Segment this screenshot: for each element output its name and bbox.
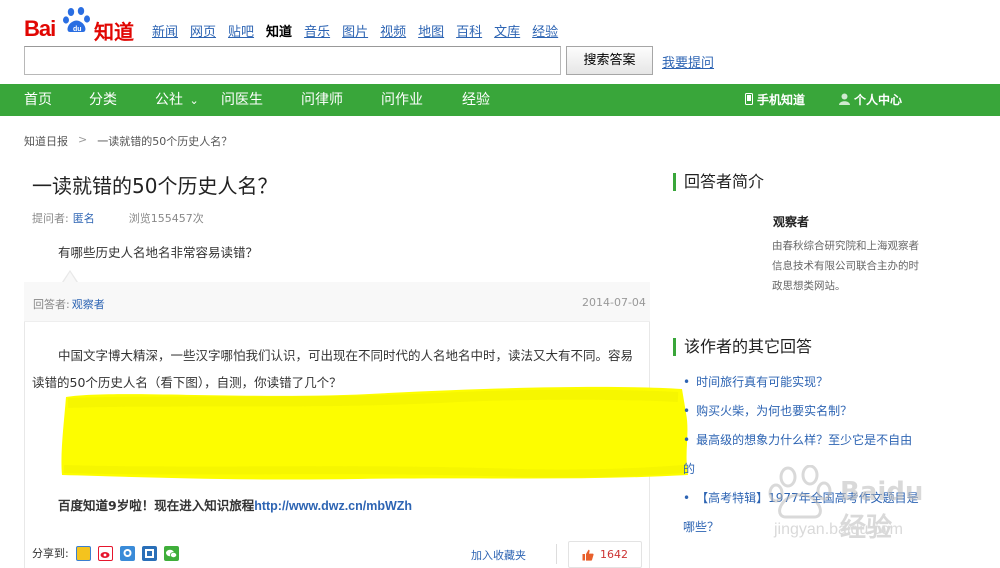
topnav-map[interactable]: 地图	[418, 21, 444, 40]
answerer-intro-heading: 回答者简介	[673, 173, 764, 191]
watermark-url: jingyan.baidu.com	[774, 521, 903, 538]
user-icon	[839, 93, 850, 105]
share-bar: 分享到:	[32, 545, 179, 561]
topnav-zhidao[interactable]: 知道	[266, 21, 292, 40]
list-item-label: 购买火柴，为何也要实名制？	[696, 404, 853, 418]
add-to-favorites-link[interactable]: 加入收藏夹	[471, 547, 526, 563]
question-meta: 提问者: 匿名 浏览155457次	[32, 210, 204, 226]
yellow-highlight-redaction	[61, 386, 689, 480]
nav-categories[interactable]: 分类	[89, 84, 117, 116]
topnav-news[interactable]: 新闻	[152, 21, 178, 40]
breadcrumb-separator: >	[78, 133, 88, 146]
paw-watermark-icon	[768, 465, 832, 519]
nav-home[interactable]: 首页	[24, 84, 52, 116]
mobile-zhidao-label: 手机知道	[757, 93, 806, 107]
topnav-music[interactable]: 音乐	[304, 21, 330, 40]
user-center-link[interactable]: 个人中心	[839, 84, 902, 116]
topnav-images[interactable]: 图片	[342, 21, 368, 40]
wechat-icon[interactable]	[163, 545, 179, 561]
top-product-nav: 新闻 网页 贴吧 知道 音乐 图片 视频 地图 百科 文库 经验	[152, 21, 558, 40]
view-count: 浏览155457次	[128, 212, 204, 225]
topnav-tieba[interactable]: 贴吧	[228, 21, 254, 40]
answerer-name[interactable]: 观察者	[72, 296, 105, 312]
paw-icon: du	[63, 7, 90, 33]
action-divider	[556, 544, 557, 564]
thumbs-up-icon	[582, 549, 594, 561]
answerer-intro-desc: 由春秋综合研究院和上海观察者信息技术有限公司联合主办的时政思想类网站。	[772, 240, 919, 292]
topnav-jingyan[interactable]: 经验	[532, 21, 558, 40]
bullet-icon: •	[683, 375, 691, 389]
breadcrumb-current: 一读就错的50个历史人名？	[97, 135, 233, 148]
bullet-icon: •	[683, 404, 691, 418]
answer-promo: 百度知道9岁啦！现在进入知识旅程http://www.dwz.cn/mbWZh	[58, 495, 412, 514]
promo-text: 百度知道9岁啦！现在进入知识旅程	[58, 498, 255, 513]
topnav-wenku[interactable]: 文库	[494, 21, 520, 40]
asker-name[interactable]: 匿名	[73, 210, 95, 226]
breadcrumb-root[interactable]: 知道日报	[24, 133, 68, 149]
qzone-icon[interactable]	[75, 545, 91, 561]
bullet-icon: •	[683, 433, 691, 447]
baidu-jingyan-watermark: Baidu经验 jingyan.baidu.com	[764, 465, 946, 545]
list-item[interactable]: • 时间旅行真有可能实现？	[683, 368, 923, 397]
list-item[interactable]: • 购买火柴，为何也要实名制？	[683, 397, 923, 426]
phone-icon	[745, 93, 753, 105]
question-title: 一读就错的50个历史人名？	[32, 174, 278, 198]
breadcrumb: 知道日报 > 一读就错的50个历史人名？	[24, 133, 232, 149]
answer-card-notch-inner	[63, 272, 77, 283]
promo-url-link[interactable]: http://www.dwz.cn/mbWZh	[254, 499, 412, 513]
nav-ask-lawyer[interactable]: 问律师	[301, 84, 343, 116]
nav-commune[interactable]: 公社 ⌄	[155, 84, 199, 116]
share-label: 分享到:	[32, 547, 69, 560]
baidu-zhidao-logo[interactable]: Bai du 知道	[24, 4, 136, 44]
mobile-zhidao-link[interactable]: 手机知道	[745, 84, 805, 116]
list-item-label: 时间旅行真有可能实现？	[696, 375, 829, 389]
chevron-down-icon: ⌄	[189, 94, 199, 107]
answer-header	[24, 282, 650, 322]
asker-label: 提问者:	[32, 212, 69, 225]
other-answers-heading: 该作者的其它回答	[673, 338, 812, 356]
logo-bai-text: Bai	[24, 16, 56, 41]
main-nav-bar: 首页 分类 公社 ⌄ 问医生 问律师 问作业 经验 手机知道 个人中心	[0, 84, 1000, 116]
nav-experience[interactable]: 经验	[462, 84, 490, 116]
bullet-icon: •	[683, 491, 691, 505]
qq-icon[interactable]	[119, 545, 135, 561]
nav-ask-doctor[interactable]: 问医生	[221, 84, 263, 116]
like-count: 1642	[600, 548, 628, 561]
user-center-label: 个人中心	[854, 93, 903, 107]
ask-question-link[interactable]: 我要提问	[662, 52, 714, 71]
topnav-video[interactable]: 视频	[380, 21, 406, 40]
answerer-meta: 回答者: 观察者	[33, 296, 105, 312]
answerer-intro-name[interactable]: 观察者	[773, 213, 809, 230]
logo-zhidao-text: 知道	[94, 20, 134, 44]
question-body: 有哪些历史人名地名非常容易读错？	[58, 245, 259, 260]
topnav-web[interactable]: 网页	[190, 21, 216, 40]
topnav-baike[interactable]: 百科	[456, 21, 482, 40]
answerer-label: 回答者:	[33, 298, 70, 311]
renren-icon[interactable]	[141, 545, 157, 561]
search-answers-button[interactable]: 搜索答案	[566, 46, 653, 75]
weibo-icon[interactable]	[97, 545, 113, 561]
answer-date: 2014-07-04	[582, 296, 646, 309]
search-input[interactable]	[24, 46, 561, 75]
like-button[interactable]: 1642	[568, 541, 642, 568]
svg-text:du: du	[73, 26, 82, 33]
nav-ask-homework[interactable]: 问作业	[381, 84, 423, 116]
nav-commune-label: 公社	[155, 92, 183, 108]
